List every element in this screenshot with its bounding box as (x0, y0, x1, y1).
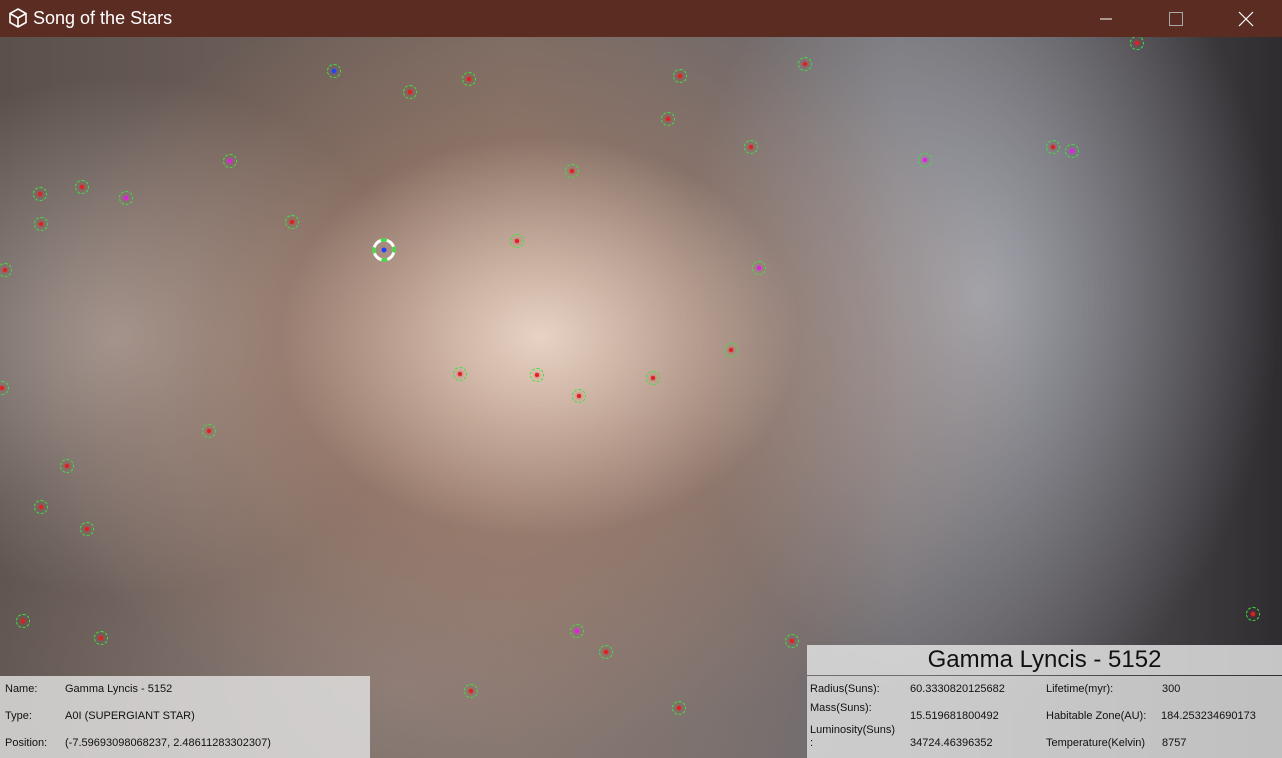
maximize-button[interactable] (1141, 0, 1211, 37)
star-marker[interactable] (403, 85, 417, 99)
star-title: Gamma Lyncis - 5152 (807, 645, 1282, 675)
name-label: Name: (5, 683, 38, 695)
star-marker[interactable] (673, 69, 687, 83)
type-label: Type: (5, 710, 32, 722)
star-marker[interactable] (223, 154, 237, 168)
habitable-zone-label: Habitable Zone(AU): (1046, 710, 1147, 722)
star-marker[interactable] (565, 164, 579, 178)
star-info-panel: Name: Gamma Lyncis - 5152 Type: A0I (SUP… (0, 676, 370, 758)
star-marker[interactable] (285, 215, 299, 229)
star-marker[interactable] (202, 424, 216, 438)
star-marker[interactable] (752, 261, 766, 275)
star-marker[interactable] (1130, 37, 1144, 50)
star-marker[interactable] (34, 500, 48, 514)
star-marker[interactable] (464, 684, 478, 698)
star-marker[interactable] (16, 614, 30, 628)
star-marker[interactable] (724, 343, 738, 357)
star-marker[interactable] (646, 371, 660, 385)
star-marker[interactable] (661, 112, 675, 126)
star-stats-panel: Gamma Lyncis - 5152 Radius(Suns): 60.333… (807, 645, 1282, 758)
name-value: Gamma Lyncis - 5152 (65, 683, 173, 695)
star-marker[interactable] (572, 389, 586, 403)
star-marker[interactable] (1246, 607, 1260, 621)
close-button[interactable] (1211, 0, 1281, 37)
luminosity-value: 34724.46396352 (910, 737, 993, 749)
window-title: Song of the Stars (33, 8, 173, 28)
star-marker[interactable] (785, 634, 799, 648)
radius-value: 60.3330820125682 (910, 683, 1005, 695)
star-marker[interactable] (60, 459, 74, 473)
star-marker[interactable] (462, 72, 476, 86)
star-marker[interactable] (599, 645, 613, 659)
position-label: Position: (5, 737, 48, 749)
stats-table: Radius(Suns): 60.3330820125682 Lifetime(… (807, 676, 1282, 758)
unity-icon (8, 8, 28, 28)
selected-star-marker[interactable] (371, 237, 397, 263)
star-marker[interactable] (453, 367, 467, 381)
star-marker[interactable] (744, 140, 758, 154)
mass-value: 15.519681800492 (910, 710, 999, 722)
star-marker[interactable] (510, 234, 524, 248)
star-marker[interactable] (798, 57, 812, 71)
temperature-value: 8757 (1162, 737, 1187, 749)
title-bar: Song of the Stars (0, 0, 1282, 37)
radius-label: Radius(Suns): (810, 683, 880, 695)
maximize-icon (1169, 11, 1183, 26)
minimize-button[interactable] (1071, 0, 1141, 37)
habitable-zone-value: 184.253234690173 (1161, 710, 1256, 722)
star-marker[interactable] (0, 263, 12, 277)
star-marker[interactable] (570, 624, 584, 638)
star-marker[interactable] (1065, 144, 1079, 158)
temperature-label: Temperature(Kelvin) (1046, 737, 1146, 749)
type-value: A0I (SUPERGIANT STAR) (65, 710, 195, 722)
star-marker[interactable] (33, 187, 47, 201)
star-marker[interactable] (119, 191, 133, 205)
minimize-icon (1099, 12, 1113, 26)
luminosity-label: Luminosity(Suns) (810, 724, 895, 736)
lifetime-label: Lifetime(myr): (1046, 683, 1114, 695)
star-marker[interactable] (327, 64, 341, 78)
position-value: (-7.59693098068237, 2.48611283302307) (65, 737, 271, 749)
star-marker[interactable] (75, 180, 89, 194)
star-marker[interactable] (1046, 140, 1060, 154)
star-marker[interactable] (0, 381, 9, 395)
lifetime-value: 300 (1162, 683, 1181, 695)
luminosity-colon: : (810, 737, 814, 749)
star-marker[interactable] (80, 522, 94, 536)
mass-label: Mass(Suns): (810, 702, 872, 714)
star-marker[interactable] (672, 701, 686, 715)
close-icon (1238, 11, 1254, 27)
star-marker[interactable] (94, 631, 108, 645)
star-marker[interactable] (918, 153, 932, 167)
star-marker[interactable] (34, 217, 48, 231)
star-marker[interactable] (530, 368, 544, 382)
